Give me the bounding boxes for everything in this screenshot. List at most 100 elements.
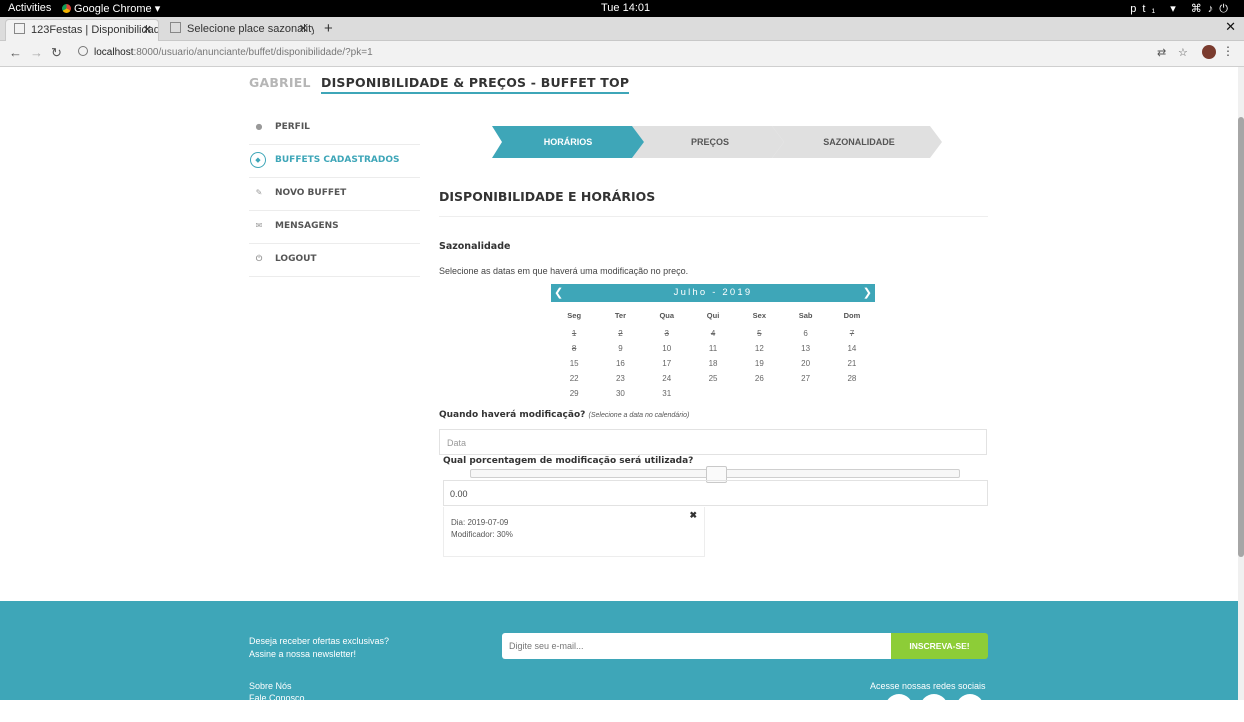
system-top-bar: Activities Google Chrome ▾ Tue 14:01 pt₁… xyxy=(0,0,1244,17)
calendar-day[interactable]: 15 xyxy=(551,356,597,371)
forward-icon[interactable]: → xyxy=(30,45,43,60)
locale-indicator[interactable]: pt₁ ▾ xyxy=(1130,3,1181,15)
newsletter-text: Deseja receber ofertas exclusivas? Assin… xyxy=(249,635,389,661)
power-icon: ⏻ xyxy=(255,254,263,263)
sidebar-item-novo-buffet[interactable]: ✎ NOVO BUFFET xyxy=(249,178,420,211)
calendar-day[interactable]: 19 xyxy=(736,356,782,371)
calendar-day[interactable]: 14 xyxy=(829,341,875,356)
next-month-icon[interactable]: ❯ xyxy=(863,284,872,302)
calendar-day[interactable]: 3 xyxy=(644,326,690,341)
clock[interactable]: Tue 14:01 xyxy=(601,2,650,14)
document-icon xyxy=(170,22,181,33)
reload-icon[interactable]: ↻ xyxy=(51,45,62,61)
sidebar-item-label: LOGOUT xyxy=(275,254,317,264)
modification-entry: Dia: 2019-07-09 Modificador: 30% ✖ xyxy=(443,507,705,557)
sidebar-item-mensagens[interactable]: ✉ MENSAGENS xyxy=(249,211,420,244)
calendar-day[interactable]: 4 xyxy=(690,326,736,341)
bookmark-star-icon[interactable]: ☆ xyxy=(1178,46,1188,59)
tab-title: 123Festas | Disponibilidad xyxy=(31,24,159,36)
calendar-day[interactable]: 2 xyxy=(597,326,643,341)
sidebar-item-label: BUFFETS CADASTRADOS xyxy=(275,155,400,165)
calendar-day[interactable]: 31 xyxy=(644,386,690,401)
percentage-slider[interactable] xyxy=(470,466,960,483)
window-close-icon[interactable]: ✕ xyxy=(1225,19,1236,35)
profile-avatar[interactable] xyxy=(1202,45,1216,59)
calendar-day[interactable]: 18 xyxy=(690,356,736,371)
question-hint: (Selecione a data no calendário) xyxy=(588,412,690,419)
step-sazonalidade[interactable]: SAZONALIDADE xyxy=(772,126,942,158)
footer-link-contato[interactable]: Fale Conosco xyxy=(249,692,305,704)
tab-123festas[interactable]: 123Festas | Disponibilidad ✕ xyxy=(5,19,159,41)
calendar-day[interactable]: 6 xyxy=(782,326,828,341)
subscribe-button[interactable]: INSCREVA-SE! xyxy=(891,633,988,659)
calendar-day[interactable]: 13 xyxy=(782,341,828,356)
page-title: DISPONIBILIDADE & PREÇOS - BUFFET TOP xyxy=(321,75,630,94)
calendar-day[interactable]: 12 xyxy=(736,341,782,356)
sazonalidade-description: Selecione as datas em que haverá uma mod… xyxy=(439,266,689,276)
calendar-day[interactable]: 7 xyxy=(829,326,875,341)
remove-entry-icon[interactable]: ✖ xyxy=(689,510,697,521)
calendar-day[interactable]: 26 xyxy=(736,371,782,386)
tab-strip: 123Festas | Disponibilidad ✕ Selecione p… xyxy=(0,17,1244,41)
page-scrollbar[interactable] xyxy=(1238,67,1244,700)
calendar-day[interactable]: 17 xyxy=(644,356,690,371)
site-info-icon[interactable] xyxy=(78,46,88,56)
chrome-menu-icon[interactable]: ⋮ xyxy=(1222,44,1234,58)
calendar-day[interactable]: 21 xyxy=(829,356,875,371)
prev-month-icon[interactable]: ❮ xyxy=(554,284,563,302)
back-icon[interactable]: ← xyxy=(9,45,22,60)
close-tab-icon[interactable]: ✕ xyxy=(299,19,308,40)
step-precos[interactable]: PREÇOS xyxy=(632,126,784,158)
activities-button[interactable]: Activities xyxy=(8,2,51,14)
wizard-steps: HORÁRIOS PREÇOS SAZONALIDADE xyxy=(492,126,942,158)
calendar-day[interactable]: 5 xyxy=(736,326,782,341)
calendar-day[interactable]: 1 xyxy=(551,326,597,341)
translate-icon[interactable]: ⇄ xyxy=(1157,46,1166,59)
sidebar-item-buffets-cadastrados[interactable]: ◆ BUFFETS CADASTRADOS xyxy=(249,145,420,178)
divider xyxy=(439,216,988,217)
calendar-day[interactable]: 16 xyxy=(597,356,643,371)
step-horarios[interactable]: HORÁRIOS xyxy=(492,126,644,158)
sidebar-item-logout[interactable]: ⏻ LOGOUT xyxy=(249,244,420,277)
calendar-day[interactable]: 22 xyxy=(551,371,597,386)
calendar-day[interactable]: 24 xyxy=(644,371,690,386)
calendar-day[interactable]: 10 xyxy=(644,341,690,356)
date-input[interactable]: Data xyxy=(439,429,987,455)
address-bar[interactable]: localhost:8000/usuario/anunciante/buffet… xyxy=(70,44,1170,62)
sidebar-item-label: MENSAGENS xyxy=(275,221,339,231)
calendar-day[interactable]: 9 xyxy=(597,341,643,356)
calendar-grid: Seg Ter Qua Qui Sex Sab Dom 1 2 3 4 5 6 7 8 9 10 11 12 13 14… xyxy=(551,306,875,401)
newsletter-email-input[interactable]: Digite seu e-mail... xyxy=(502,633,891,659)
close-tab-icon[interactable]: ✕ xyxy=(143,20,152,41)
envelope-icon: ✉ xyxy=(255,221,263,230)
sazonalidade-title: Sazonalidade xyxy=(439,241,511,252)
calendar-day[interactable]: 23 xyxy=(597,371,643,386)
percentage-input[interactable]: 0.00 xyxy=(443,480,988,506)
user-icon: ● xyxy=(255,122,263,131)
instagram-icon[interactable] xyxy=(920,694,948,722)
footer-link-sobre[interactable]: Sobre Nós xyxy=(249,680,305,692)
sidebar-item-perfil[interactable]: ● PERFIL xyxy=(249,112,420,145)
calendar-day[interactable]: 11 xyxy=(690,341,736,356)
compass-icon: ◆ xyxy=(250,152,266,168)
step-label: PREÇOS xyxy=(690,137,729,147)
calendar-day[interactable]: 8 xyxy=(551,341,597,356)
modification-date-question: Quando haverá modificação? (Selecione a … xyxy=(439,410,689,420)
calendar-day[interactable]: 20 xyxy=(782,356,828,371)
calendar-day[interactable]: 27 xyxy=(782,371,828,386)
sidebar-item-label: PERFIL xyxy=(275,122,310,132)
new-tab-button[interactable]: + xyxy=(324,20,333,37)
question-label: Quando haverá modificação? xyxy=(439,410,586,420)
system-status-area[interactable]: pt₁ ▾ ⌘♪⏻ xyxy=(1130,2,1234,16)
calendar-day[interactable]: 29 xyxy=(551,386,597,401)
app-menu[interactable]: Google Chrome ▾ xyxy=(62,2,160,15)
calendar-day[interactable]: 30 xyxy=(597,386,643,401)
tab-selecione-place[interactable]: Selecione place sazonality ✕ xyxy=(162,19,314,40)
twitter-icon[interactable] xyxy=(956,694,984,722)
calendar-day[interactable]: 25 xyxy=(690,371,736,386)
calendar-day[interactable]: 28 xyxy=(829,371,875,386)
facebook-icon[interactable] xyxy=(885,694,913,722)
step-label: SAZONALIDADE xyxy=(823,137,895,147)
scrollbar-thumb[interactable] xyxy=(1238,117,1244,557)
footer-links: Sobre Nós Fale Conosco xyxy=(249,680,305,704)
